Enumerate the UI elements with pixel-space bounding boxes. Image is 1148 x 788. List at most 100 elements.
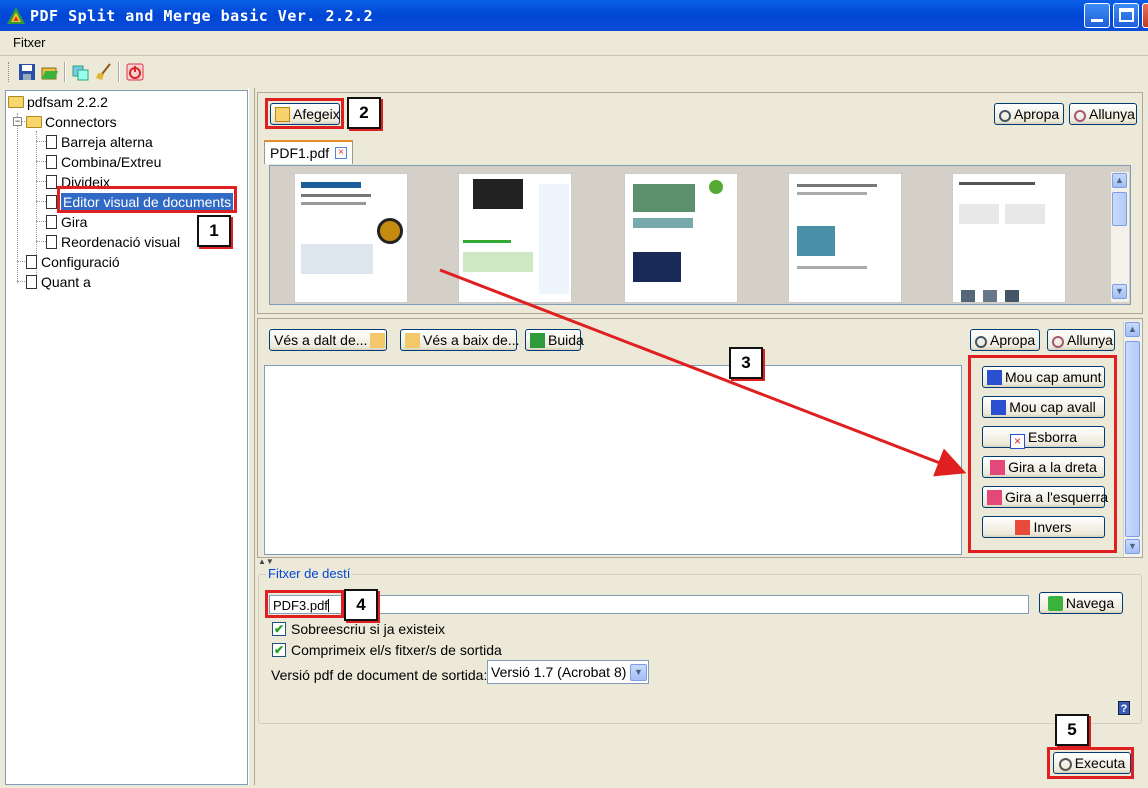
add-pdf-icon bbox=[275, 107, 290, 122]
menu-file[interactable]: Fitxer bbox=[13, 35, 46, 50]
page-thumbnail[interactable] bbox=[788, 173, 902, 303]
document-icon bbox=[46, 195, 57, 209]
window-titlebar: PDF Split and Merge basic Ver. 2.2.2 bbox=[0, 0, 1148, 31]
rotate-right-button[interactable]: Gira a la dreta bbox=[982, 456, 1105, 478]
callout-3: 3 bbox=[729, 347, 763, 379]
zoom-out-icon bbox=[1052, 336, 1064, 348]
clear-broom-icon[interactable] bbox=[95, 63, 113, 81]
save-icon[interactable] bbox=[18, 63, 36, 81]
delete-button[interactable]: × Esborra bbox=[982, 426, 1105, 449]
toolbar bbox=[0, 57, 1148, 87]
zoom-in-top-button[interactable]: Apropa bbox=[994, 103, 1064, 125]
reverse-icon bbox=[1015, 520, 1031, 535]
tree-item-quant-a[interactable]: Quant a bbox=[26, 274, 91, 290]
split-pane-divider[interactable] bbox=[248, 88, 255, 785]
rotate-left-button[interactable]: Gira a l'esquerra bbox=[982, 486, 1108, 508]
rotate-right-icon bbox=[990, 460, 1006, 475]
document-icon bbox=[46, 135, 57, 149]
pdfsam-logo-icon bbox=[7, 7, 25, 24]
destination-file-input[interactable]: PDF3.pdf bbox=[269, 595, 1029, 614]
zoom-out-mid-button[interactable]: Allunya bbox=[1047, 329, 1115, 351]
scroll-down-arrow-icon[interactable]: ▼ bbox=[1112, 284, 1127, 299]
clear-button[interactable]: Buida bbox=[525, 329, 584, 351]
page-thumbnail[interactable] bbox=[294, 173, 408, 303]
close-tab-icon[interactable]: × bbox=[335, 147, 347, 159]
tab-pdf1[interactable]: PDF1.pdf × bbox=[264, 140, 353, 164]
overwrite-checkbox[interactable]: ✔ bbox=[272, 622, 286, 636]
toolbar-grip bbox=[8, 62, 11, 82]
tree-item-divideix[interactable]: Divideix bbox=[46, 174, 110, 190]
zoom-out-icon bbox=[1074, 110, 1086, 122]
layout-icon[interactable] bbox=[72, 63, 90, 81]
menu-bar: Fitxer bbox=[0, 31, 1148, 56]
compress-checkbox[interactable]: ✔ bbox=[272, 643, 286, 657]
selected-pages-area[interactable] bbox=[264, 365, 962, 555]
splitter-arrows-icon[interactable]: ▲▼ bbox=[258, 558, 278, 566]
open-folder-icon[interactable] bbox=[41, 63, 59, 81]
rotate-left-icon bbox=[987, 490, 1002, 505]
tree-item-gira[interactable]: Gira bbox=[46, 214, 87, 230]
document-icon bbox=[46, 175, 57, 189]
version-label: Versió pdf de document de sortida: bbox=[271, 667, 488, 683]
window-title: PDF Split and Merge basic Ver. 2.2.2 bbox=[30, 7, 374, 25]
overwrite-label: Sobreescriu si ja existeix bbox=[291, 621, 446, 637]
move-up-icon bbox=[987, 370, 1002, 385]
collapse-toggle-icon[interactable]: − bbox=[13, 117, 22, 126]
maximize-button[interactable] bbox=[1113, 3, 1139, 28]
document-icon bbox=[46, 215, 57, 229]
zoom-in-icon bbox=[975, 336, 987, 348]
zoom-in-mid-button[interactable]: Apropa bbox=[970, 329, 1040, 351]
gear-icon bbox=[1058, 758, 1072, 771]
compress-label: Comprimeix el/s fitxer/s de sortida bbox=[291, 642, 502, 658]
minimize-button[interactable] bbox=[1084, 3, 1110, 28]
go-top-button[interactable]: Vés a dalt de... bbox=[269, 329, 387, 351]
run-button[interactable]: Executa bbox=[1053, 752, 1131, 774]
scroll-up-arrow-icon[interactable]: ▲ bbox=[1125, 322, 1140, 337]
panel-scrollbar[interactable]: ▲ ▼ bbox=[1123, 321, 1142, 557]
plugin-tree: pdfsam 2.2.2 − Connectors Barreja altern… bbox=[5, 90, 248, 785]
help-icon[interactable]: ? bbox=[1118, 701, 1130, 715]
move-top-icon bbox=[370, 333, 386, 348]
document-icon bbox=[26, 275, 37, 289]
scroll-thumb[interactable] bbox=[1125, 341, 1140, 537]
document-icon bbox=[46, 235, 57, 249]
tree-connectors[interactable]: Connectors bbox=[26, 114, 117, 130]
go-bottom-button[interactable]: Vés a baix de... bbox=[400, 329, 520, 351]
close-button[interactable] bbox=[1142, 3, 1148, 28]
folder-icon bbox=[26, 116, 42, 128]
tree-item-reordenacio[interactable]: Reordenació visual bbox=[46, 234, 180, 250]
clear-icon bbox=[530, 333, 545, 348]
scroll-up-arrow-icon[interactable]: ▲ bbox=[1112, 173, 1127, 188]
page-thumbnail[interactable] bbox=[458, 173, 572, 303]
zoom-out-top-button[interactable]: Allunya bbox=[1069, 103, 1137, 125]
document-icon bbox=[46, 155, 57, 169]
tree-item-barreja[interactable]: Barreja alterna bbox=[46, 134, 153, 150]
tree-item-combina[interactable]: Combina/Extreu bbox=[46, 154, 161, 170]
pdf-version-select[interactable]: Versió 1.7 (Acrobat 8) ▼ bbox=[487, 660, 649, 684]
toolbar-separator bbox=[64, 62, 66, 82]
thumbnail-scrollbar[interactable]: ▲ ▼ bbox=[1110, 172, 1129, 302]
callout-5: 5 bbox=[1055, 714, 1089, 746]
callout-2: 2 bbox=[347, 97, 381, 129]
move-up-button[interactable]: Mou cap amunt bbox=[982, 366, 1105, 388]
document-icon bbox=[26, 255, 37, 269]
callout-1: 1 bbox=[197, 215, 231, 247]
callout-4: 4 bbox=[344, 589, 378, 621]
move-down-button[interactable]: Mou cap avall bbox=[982, 396, 1105, 418]
page-thumbnail[interactable] bbox=[952, 173, 1066, 303]
scroll-down-arrow-icon[interactable]: ▼ bbox=[1125, 539, 1140, 554]
destination-legend: Fitxer de destí bbox=[266, 566, 353, 581]
exit-power-icon[interactable] bbox=[126, 63, 144, 81]
dropdown-arrow-icon[interactable]: ▼ bbox=[630, 664, 647, 681]
reverse-button[interactable]: Invers bbox=[982, 516, 1105, 538]
scroll-thumb[interactable] bbox=[1112, 192, 1127, 226]
folder-icon bbox=[8, 96, 24, 108]
tree-root[interactable]: pdfsam 2.2.2 bbox=[8, 94, 108, 110]
tree-item-editor-visual[interactable]: Editor visual de documents bbox=[46, 193, 234, 211]
browse-button[interactable]: Navega bbox=[1039, 592, 1123, 614]
page-thumbnail[interactable] bbox=[624, 173, 738, 303]
add-button[interactable]: Afegeix bbox=[270, 103, 340, 125]
move-bottom-icon bbox=[405, 333, 420, 348]
open-folder-icon bbox=[1047, 596, 1063, 611]
tree-item-configuracio[interactable]: Configuració bbox=[26, 254, 120, 270]
